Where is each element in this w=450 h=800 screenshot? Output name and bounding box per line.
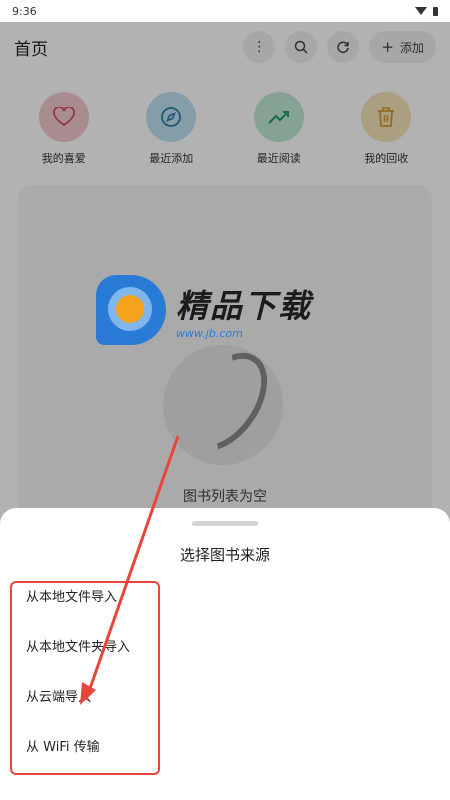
annotation-arrow-icon <box>80 435 180 705</box>
